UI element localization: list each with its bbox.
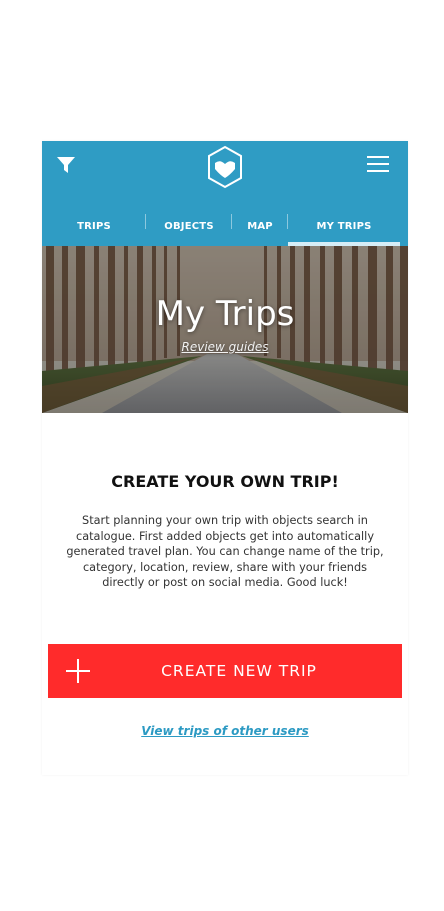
tab-objects[interactable]: OBJECTS: [146, 206, 232, 246]
view-other-users-trips-link[interactable]: View trips of other users: [42, 724, 408, 738]
hero-title: My Trips: [155, 294, 295, 334]
review-guides-link[interactable]: Review guides: [42, 340, 408, 354]
create-trip-heading: CREATE YOUR OWN TRIP!: [111, 472, 339, 491]
app-screen: TRIPS OBJECTS MAP MY TRIPS My Trips Revi…: [42, 141, 408, 775]
hero-banner: My Trips Review guides: [42, 246, 408, 413]
tab-bar: TRIPS OBJECTS MAP MY TRIPS: [42, 206, 408, 246]
create-new-trip-label: CREATE NEW TRIP: [161, 662, 317, 680]
tab-my-trips[interactable]: MY TRIPS: [288, 206, 408, 246]
create-trip-description: Start planning your own trip with object…: [66, 514, 384, 589]
create-new-trip-button[interactable]: CREATE NEW TRIP: [48, 644, 402, 698]
tab-trips[interactable]: TRIPS: [42, 206, 146, 246]
tab-label: MY TRIPS: [316, 220, 372, 232]
header-bar: TRIPS OBJECTS MAP MY TRIPS: [42, 141, 408, 246]
tab-label: MAP: [247, 220, 273, 232]
filter-icon[interactable]: [55, 154, 77, 176]
tab-label: TRIPS: [77, 220, 111, 232]
tab-map[interactable]: MAP: [232, 206, 288, 246]
plus-icon: [66, 659, 90, 683]
tab-label: OBJECTS: [164, 220, 214, 232]
hamburger-menu-icon[interactable]: [367, 154, 389, 174]
hexagon-heart-logo[interactable]: [206, 145, 244, 189]
